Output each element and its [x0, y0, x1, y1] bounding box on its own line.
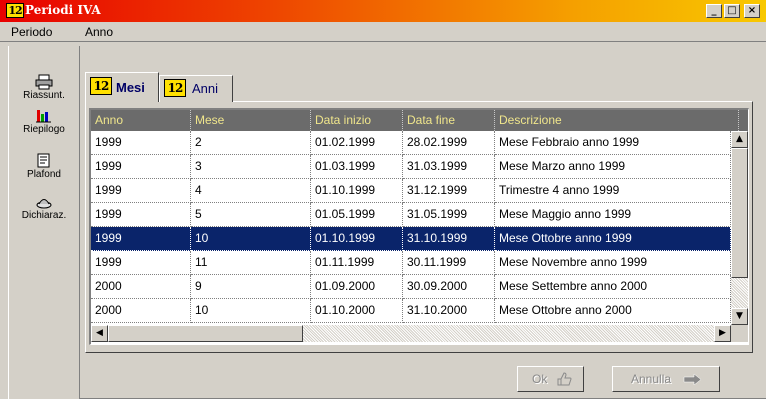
cell-mese: 2: [191, 131, 311, 155]
cell-descrizione: Mese Ottobre anno 2000: [495, 299, 731, 323]
vertical-scrollbar[interactable]: ▲ ▼: [731, 131, 748, 325]
calendar-12-icon: 12: [164, 79, 186, 97]
scroll-up-button[interactable]: ▲: [731, 131, 748, 148]
table-row[interactable]: 1999 4 01.10.1999 31.12.1999 Trimestre 4 ann…: [91, 179, 731, 203]
cell-data-fine: 31.12.1999: [403, 179, 495, 203]
plafond-label: Plafond: [27, 169, 61, 180]
minimize-button[interactable]: _: [706, 4, 722, 18]
dichiaraz-label: Dichiaraz.: [21, 210, 67, 221]
menu-anno[interactable]: Anno: [85, 25, 113, 39]
maximize-button[interactable]: □: [724, 4, 740, 18]
cell-anno: 1999: [91, 131, 191, 155]
table-row[interactable]: 1999 5 01.05.1999 31.05.1999 Mese Maggio ann…: [91, 203, 731, 227]
cell-data-fine: 31.03.1999: [403, 155, 495, 179]
document-icon: [37, 153, 50, 168]
cell-data-fine: 31.10.1999: [403, 227, 495, 251]
cell-data-fine: 30.11.1999: [403, 251, 495, 275]
table-row[interactable]: 1999 3 01.03.1999 31.03.1999 Mese Marzo anno…: [91, 155, 731, 179]
column-header-descrizione[interactable]: Descrizione: [495, 110, 739, 131]
column-header-anno[interactable]: Anno: [91, 110, 191, 131]
cell-descrizione: Mese Settembre anno 2000: [495, 275, 731, 299]
menu-periodo[interactable]: Periodo: [11, 25, 52, 39]
cell-data-inizio: 01.02.1999: [311, 131, 403, 155]
cell-data-inizio: 01.09.2000: [311, 275, 403, 299]
cell-mese: 4: [191, 179, 311, 203]
cell-anno: 1999: [91, 179, 191, 203]
horizontal-scrollbar[interactable]: ◀ ▶: [91, 325, 731, 342]
ok-button[interactable]: Ok: [517, 366, 584, 392]
title-bar[interactable]: 12 Periodi IVA _ □ ×: [0, 0, 766, 22]
vertical-scroll-thumb[interactable]: [731, 148, 748, 278]
arrow-right-icon: [683, 373, 702, 386]
riepilogo-label: Riepilogo: [23, 124, 65, 135]
cell-descrizione: Mese Novembre anno 1999: [495, 251, 731, 275]
cell-data-inizio: 01.10.1999: [311, 179, 403, 203]
tab-anni-label: Anni: [192, 81, 219, 96]
horizontal-scroll-thumb[interactable]: [108, 325, 303, 342]
cell-mese: 10: [191, 299, 311, 323]
tab-mesi[interactable]: 12 Mesi: [85, 72, 159, 102]
table-row[interactable]: 2000 10 01.10.2000 31.10.2000 Mese Ottobre a…: [91, 299, 731, 323]
cell-data-fine: 31.10.2000: [403, 299, 495, 323]
tab-anni[interactable]: 12 Anni: [159, 75, 233, 102]
cell-data-inizio: 01.03.1999: [311, 155, 403, 179]
cell-anno: 2000: [91, 275, 191, 299]
ok-label: Ok: [532, 372, 548, 386]
cell-mese: 10: [191, 227, 311, 251]
column-header-mese[interactable]: Mese: [191, 110, 311, 131]
side-toolbar: Riassunt. Riepilogo Plafond Dichiaraz.: [8, 46, 80, 399]
cell-descrizione: Mese Febbraio anno 1999: [495, 131, 731, 155]
riassunt-button[interactable]: Riassunt.: [9, 74, 79, 101]
chart-icon: [36, 110, 51, 123]
cancel-button[interactable]: Annulla: [612, 366, 720, 392]
column-header-data-fine[interactable]: Data fine: [403, 110, 495, 131]
printer-icon: [35, 74, 53, 90]
cell-anno: 1999: [91, 227, 191, 251]
table-row[interactable]: 2000 9 01.09.2000 30.09.2000 Mese Settembre …: [91, 275, 731, 299]
scroll-left-button[interactable]: ◀: [91, 325, 108, 342]
cell-descrizione: Trimestre 4 anno 1999: [495, 179, 731, 203]
scroll-down-button[interactable]: ▼: [731, 308, 748, 325]
dish-icon: [36, 199, 52, 209]
periods-grid[interactable]: Anno Mese Data inizio Data fine Descrizi…: [89, 108, 749, 345]
cell-data-inizio: 01.05.1999: [311, 203, 403, 227]
table-row[interactable]: 1999 10 01.10.1999 31.10.1999 Mese Ottobre a…: [91, 227, 731, 251]
cell-data-inizio: 01.10.2000: [311, 299, 403, 323]
table-row[interactable]: 1999 11 01.11.1999 30.11.1999 Mese Novembre …: [91, 251, 731, 275]
column-header-data-inizio[interactable]: Data inizio: [311, 110, 403, 131]
cell-anno: 2000: [91, 299, 191, 323]
plafond-button[interactable]: Plafond: [9, 153, 79, 180]
scroll-corner: [731, 325, 748, 342]
grid-header: Anno Mese Data inizio Data fine Descrizi…: [91, 110, 748, 131]
calendar-12-icon: 12: [90, 77, 112, 95]
riepilogo-button[interactable]: Riepilogo: [9, 108, 79, 135]
cell-descrizione: Mese Maggio anno 1999: [495, 203, 731, 227]
cell-mese: 11: [191, 251, 311, 275]
cell-data-fine: 31.05.1999: [403, 203, 495, 227]
cell-data-inizio: 01.11.1999: [311, 251, 403, 275]
cell-data-inizio: 01.10.1999: [311, 227, 403, 251]
app-icon: 12: [6, 3, 24, 18]
cell-data-fine: 30.09.2000: [403, 275, 495, 299]
cell-anno: 1999: [91, 203, 191, 227]
riassunt-label: Riassunt.: [23, 90, 65, 101]
table-row[interactable]: 1999 2 01.02.1999 28.02.1999 Mese Febbraio a…: [91, 131, 731, 155]
cell-mese: 9: [191, 275, 311, 299]
cell-mese: 3: [191, 155, 311, 179]
dichiaraz-button[interactable]: Dichiaraz.: [9, 194, 79, 221]
cell-descrizione: Mese Marzo anno 1999: [495, 155, 731, 179]
thumbs-up-icon: [557, 372, 572, 386]
cancel-label: Annulla: [631, 372, 672, 386]
cell-data-fine: 28.02.1999: [403, 131, 495, 155]
cell-mese: 5: [191, 203, 311, 227]
cell-descrizione: Mese Ottobre anno 1999: [495, 227, 731, 251]
tab-mesi-label: Mesi: [116, 80, 145, 95]
scroll-right-button[interactable]: ▶: [714, 325, 731, 342]
menu-bar: Periodo Anno: [0, 22, 766, 42]
window-title: Periodi IVA: [25, 3, 101, 17]
close-button[interactable]: ×: [744, 4, 760, 18]
cell-anno: 1999: [91, 251, 191, 275]
cell-anno: 1999: [91, 155, 191, 179]
